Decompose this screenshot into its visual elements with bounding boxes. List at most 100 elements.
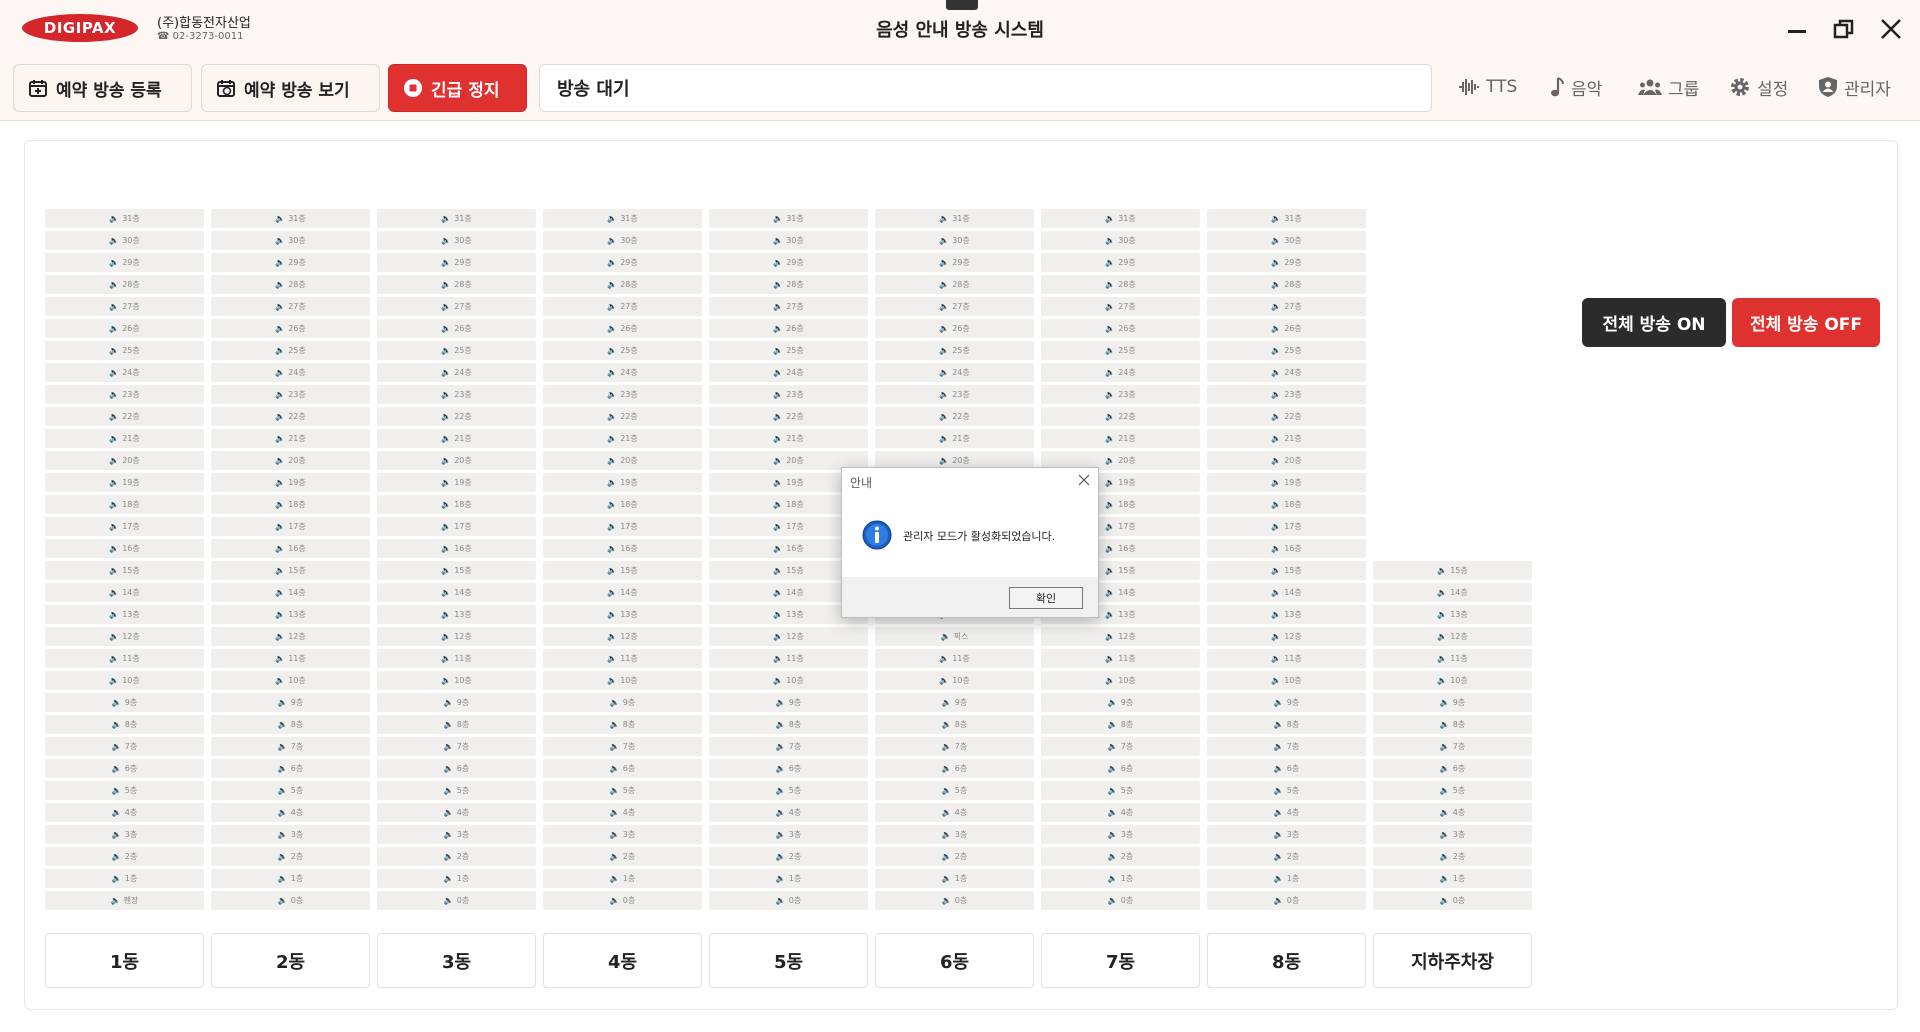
floor-cell[interactable]: 🔈 4층	[1207, 803, 1366, 822]
floor-cell[interactable]: 🔈13층	[211, 605, 370, 624]
floor-cell[interactable]: 🔈 30층	[543, 231, 702, 250]
floor-cell[interactable]: 🔈 7층	[377, 737, 536, 756]
floor-cell[interactable]: 🔈 23층	[211, 385, 370, 404]
floor-cell[interactable]: 🔈 28층	[875, 275, 1034, 294]
floor-cell[interactable]: 🔈 10층	[1207, 671, 1366, 690]
floor-cell[interactable]: 🔈 9층	[875, 693, 1034, 712]
floor-cell[interactable]: 🔈 24층	[1041, 363, 1200, 382]
floor-cell[interactable]: 🔈 3층	[543, 825, 702, 844]
building-button[interactable]: 지하주차장	[1373, 933, 1532, 988]
floor-cell[interactable]: 🔈 5층	[377, 781, 536, 800]
floor-cell[interactable]: 🔈 8층	[211, 715, 370, 734]
floor-cell[interactable]: 🔈 6층	[45, 759, 204, 778]
floor-cell[interactable]: 🔈 20층	[211, 451, 370, 470]
floor-cell[interactable]: 🔈13층	[45, 605, 204, 624]
floor-cell[interactable]: 🔈 3층	[1207, 825, 1366, 844]
floor-cell[interactable]: 🔈 26층	[45, 319, 204, 338]
floor-cell[interactable]: 🔈 12층	[543, 627, 702, 646]
dialog-close-button[interactable]	[1078, 472, 1090, 490]
floor-cell[interactable]: 🔈 25층	[1041, 341, 1200, 360]
floor-cell[interactable]: 🔈 26층	[1041, 319, 1200, 338]
floor-cell[interactable]: 🔈 1층	[1373, 869, 1532, 888]
building-button[interactable]: 1동	[45, 933, 204, 988]
floor-cell[interactable]: 🔈 30층	[709, 231, 868, 250]
floor-cell[interactable]: 🔈 1층	[543, 869, 702, 888]
floor-cell[interactable]: 🔈 23층	[45, 385, 204, 404]
floor-cell[interactable]: 🔈 10층	[1041, 671, 1200, 690]
floor-cell[interactable]: 🔈 21층	[543, 429, 702, 448]
floor-cell[interactable]: 🔈 12층	[45, 627, 204, 646]
floor-cell[interactable]: 🔈 5층	[1373, 781, 1532, 800]
floor-cell[interactable]: 🔈14층	[1373, 583, 1532, 602]
floor-cell[interactable]: 🔈 2층	[45, 847, 204, 866]
emergency-stop-button[interactable]: 긴급 정지	[388, 64, 527, 112]
floor-cell[interactable]: 🔈 7층	[543, 737, 702, 756]
floor-cell[interactable]: 🔈18층	[1207, 495, 1366, 514]
floor-cell[interactable]: 🔈 26층	[875, 319, 1034, 338]
floor-cell[interactable]: 🔈 30층	[1207, 231, 1366, 250]
floor-cell[interactable]: 🔈 9층	[1207, 693, 1366, 712]
floor-cell[interactable]: 🔈 29층	[1207, 253, 1366, 272]
floor-cell[interactable]: 🔈 9층	[45, 693, 204, 712]
floor-cell[interactable]: 🔈18층	[211, 495, 370, 514]
floor-cell[interactable]: 🔈 23층	[543, 385, 702, 404]
restore-button[interactable]	[1829, 14, 1859, 44]
floor-cell[interactable]: 🔈 4층	[377, 803, 536, 822]
floor-cell[interactable]: 🔈16층	[377, 539, 536, 558]
floor-cell[interactable]: 🔈15층	[1207, 561, 1366, 580]
floor-cell[interactable]: 🔈 29층	[543, 253, 702, 272]
floor-cell[interactable]: 🔈 6층	[543, 759, 702, 778]
floor-cell[interactable]: 🔈 11층	[211, 649, 370, 668]
floor-cell[interactable]: 🔈 3층	[709, 825, 868, 844]
floor-cell[interactable]: 🔈 12층	[1041, 627, 1200, 646]
floor-cell[interactable]: 🔈 8층	[709, 715, 868, 734]
floor-cell[interactable]: 🔈 3층	[875, 825, 1034, 844]
floor-cell[interactable]: 🔈 23층	[377, 385, 536, 404]
floor-cell[interactable]: 🔈 6층	[709, 759, 868, 778]
floor-cell[interactable]: 🔈 23층	[1207, 385, 1366, 404]
floor-cell[interactable]: 🔈 25층	[211, 341, 370, 360]
floor-cell[interactable]: 🔈 0층	[543, 891, 702, 910]
reserve-register-button[interactable]: 예약 방송 등록	[13, 64, 192, 112]
floor-cell[interactable]: 🔈 3층	[377, 825, 536, 844]
floor-cell[interactable]: 🔈 31층	[875, 209, 1034, 228]
floor-cell[interactable]: 🔈 2층	[211, 847, 370, 866]
floor-cell[interactable]: 🔈 22층	[377, 407, 536, 426]
floor-cell[interactable]: 🔈 9층	[1041, 693, 1200, 712]
floor-cell[interactable]: 🔈 2층	[1207, 847, 1366, 866]
floor-cell[interactable]: 🔈 10층	[211, 671, 370, 690]
dialog-ok-button[interactable]: 확인	[1009, 587, 1083, 609]
floor-cell[interactable]: 🔈15층	[211, 561, 370, 580]
floor-cell[interactable]: 🔈 26층	[211, 319, 370, 338]
floor-cell[interactable]: 🔈 4층	[45, 803, 204, 822]
floor-cell[interactable]: 🔈 25층	[709, 341, 868, 360]
floor-cell[interactable]: 🔈 6층	[211, 759, 370, 778]
floor-cell[interactable]: 🔈16층	[1207, 539, 1366, 558]
floor-cell[interactable]: 🔈 10층	[377, 671, 536, 690]
floor-cell[interactable]: 🔈 8층	[45, 715, 204, 734]
floor-cell[interactable]: 🔈 21층	[709, 429, 868, 448]
floor-cell[interactable]: 🔈 24층	[45, 363, 204, 382]
floor-cell[interactable]: 🔈16층	[543, 539, 702, 558]
floor-cell[interactable]: 🔈 21층	[1041, 429, 1200, 448]
floor-cell[interactable]: 🔈 10층	[45, 671, 204, 690]
floor-cell[interactable]: 🔈13층	[1373, 605, 1532, 624]
floor-cell[interactable]: 🔈 22층	[875, 407, 1034, 426]
floor-cell[interactable]: 🔈 8층	[377, 715, 536, 734]
reserve-view-button[interactable]: 예약 방송 보기	[201, 64, 380, 112]
floor-cell[interactable]: 🔈 11층	[1041, 649, 1200, 668]
floor-cell[interactable]: 🔈 1층	[1041, 869, 1200, 888]
floor-cell[interactable]: 🔈14층	[45, 583, 204, 602]
floor-cell[interactable]: 🔈 27층	[211, 297, 370, 316]
floor-cell[interactable]: 🔈 12층	[1373, 627, 1532, 646]
floor-cell[interactable]: 🔈 27층	[875, 297, 1034, 316]
floor-cell[interactable]: 🔈 22층	[1041, 407, 1200, 426]
floor-cell[interactable]: 🔈19층	[1207, 473, 1366, 492]
floor-cell[interactable]: 🔈 28층	[709, 275, 868, 294]
floor-cell[interactable]: 🔈 24층	[211, 363, 370, 382]
floor-cell[interactable]: 🔈 29층	[1041, 253, 1200, 272]
floor-cell[interactable]: 🔈 28층	[1207, 275, 1366, 294]
floor-cell[interactable]: 🔈 7층	[1041, 737, 1200, 756]
floor-cell[interactable]: 🔈 5층	[709, 781, 868, 800]
floor-cell[interactable]: 🔈 7층	[1207, 737, 1366, 756]
